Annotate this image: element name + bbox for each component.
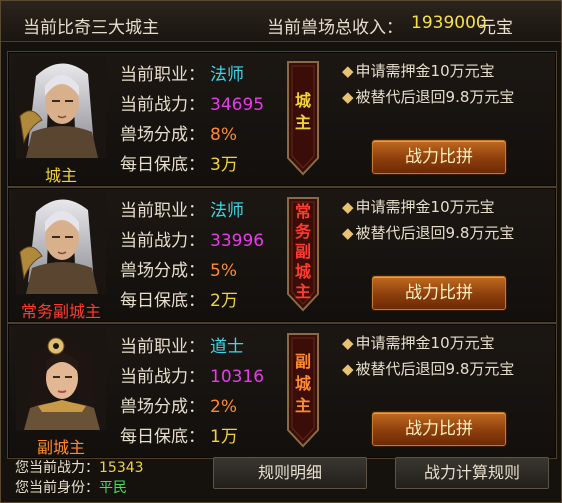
stat-label: 兽场分成： xyxy=(120,397,205,417)
my-power-label: 您当前战力： xyxy=(15,460,99,476)
stat-daily: 每日保底： 2万 xyxy=(120,286,264,316)
power-challenge-button[interactable]: 战力比拼 xyxy=(372,140,506,174)
deposit-note: ◆ 申请需押金10万元宝 xyxy=(342,198,495,216)
badge-char: 副 xyxy=(294,352,311,371)
refund-note: ◆ 被替代后退回9.8万元宝 xyxy=(342,360,515,378)
diamond-bullet-icon: ◆ xyxy=(342,88,354,106)
city-lord-window: 当前比奇三大城主 当前兽场总收入： 1939000 元宝 城主 当前职业：法师 … xyxy=(0,0,562,503)
stat-job: 当前职业： 法师 xyxy=(120,60,264,90)
stat-label: 每日保底： xyxy=(120,155,205,175)
header-bar: 当前比奇三大城主 当前兽场总收入： 1939000 元宝 xyxy=(1,1,561,42)
power-challenge-button[interactable]: 战力比拼 xyxy=(372,412,506,446)
lord-panel-3: 副城主 当前职业： 道士 当前战力： 10316 兽场分成： 2% 每日保底： 1万 副… xyxy=(7,323,557,459)
job-value: 法师 xyxy=(210,65,244,85)
income-value: 1939000 xyxy=(411,13,487,33)
stat-power: 当前战力： 33996 xyxy=(120,226,264,256)
badge-char: 务 xyxy=(294,222,311,241)
diamond-bullet-icon: ◆ xyxy=(342,62,354,80)
stat-daily: 每日保底： 1万 xyxy=(120,422,264,452)
role-tag: 城主 xyxy=(44,166,77,185)
footer: 您当前战力：15343 您当前身份：平民 规则明细 战力计算规则 xyxy=(1,453,561,502)
stat-label: 当前职业： xyxy=(120,65,205,85)
stat-label: 兽场分成： xyxy=(120,261,205,281)
my-power-line: 您当前战力：15343 xyxy=(15,457,144,477)
badge-char: 主 xyxy=(294,282,311,301)
stat-label: 兽场分成： xyxy=(120,125,205,145)
power-value: 10316 xyxy=(210,367,265,387)
avatar-mage-male xyxy=(16,192,106,294)
lord-panel-1: 城主 当前职业： 法师 当前战力： 34695 兽场分成： 8% 每日保底： 3万 城主… xyxy=(7,51,557,187)
badge-char: 副 xyxy=(294,242,311,261)
stat-power: 当前战力： 34695 xyxy=(120,90,264,120)
stat-label: 每日保底： xyxy=(120,427,205,447)
stat-label: 每日保底： xyxy=(120,291,205,311)
my-status-line: 您当前身份：平民 xyxy=(15,477,127,497)
stat-label: 当前职业： xyxy=(120,201,205,221)
my-status-label: 您当前身份： xyxy=(15,480,99,496)
rank-badge: 副城主 xyxy=(284,330,322,450)
badge-char: 城 xyxy=(294,262,311,281)
refund-note: ◆ 被替代后退回9.8万元宝 xyxy=(342,224,515,242)
share-value: 8% xyxy=(210,125,237,145)
stat-share: 兽场分成： 5% xyxy=(120,256,264,286)
diamond-bullet-icon: ◆ xyxy=(342,360,354,378)
avatar-taoist-female xyxy=(16,328,106,430)
daily-value: 3万 xyxy=(210,155,238,175)
window-title: 当前比奇三大城主 xyxy=(23,18,159,38)
badge-char: 主 xyxy=(294,396,311,415)
badge-char: 主 xyxy=(294,113,311,132)
stat-label: 当前职业： xyxy=(120,337,205,357)
stat-daily: 每日保底： 3万 xyxy=(120,150,264,180)
badge-char: 城 xyxy=(294,91,311,110)
role-tag: 常务副城主 xyxy=(20,302,101,321)
my-status-value: 平民 xyxy=(99,480,127,496)
stat-power: 当前战力： 10316 xyxy=(120,362,264,392)
share-value: 2% xyxy=(210,397,237,417)
stat-job: 当前职业： 道士 xyxy=(120,332,264,362)
rules-detail-button[interactable]: 规则明细 xyxy=(213,457,367,489)
diamond-bullet-icon: ◆ xyxy=(342,198,354,216)
stat-label: 当前战力： xyxy=(120,367,205,387)
share-value: 5% xyxy=(210,261,237,281)
income-label: 当前兽场总收入： xyxy=(267,18,403,38)
badge-char: 常 xyxy=(294,202,311,221)
daily-value: 1万 xyxy=(210,427,238,447)
income-unit: 元宝 xyxy=(479,18,513,38)
power-challenge-button[interactable]: 战力比拼 xyxy=(372,276,506,310)
diamond-bullet-icon: ◆ xyxy=(342,334,354,352)
power-value: 34695 xyxy=(210,95,265,115)
lord-panel-2: 常务副城主 当前职业： 法师 当前战力： 33996 兽场分成： 5% 每日保底： 2万… xyxy=(7,187,557,323)
avatar-mage-male xyxy=(16,56,106,158)
stat-share: 兽场分成： 8% xyxy=(120,120,264,150)
job-value: 道士 xyxy=(210,337,244,357)
stat-share: 兽场分成： 2% xyxy=(120,392,264,422)
deposit-note: ◆ 申请需押金10万元宝 xyxy=(342,62,495,80)
stat-label: 当前战力： xyxy=(120,95,205,115)
stat-job: 当前职业： 法师 xyxy=(120,196,264,226)
stat-label: 当前战力： xyxy=(120,231,205,251)
my-power-value: 15343 xyxy=(99,460,144,476)
deposit-note: ◆ 申请需押金10万元宝 xyxy=(342,334,495,352)
power-value: 33996 xyxy=(210,231,265,251)
job-value: 法师 xyxy=(210,201,244,221)
diamond-bullet-icon: ◆ xyxy=(342,224,354,242)
badge-char: 城 xyxy=(294,374,311,393)
power-calc-rules-button[interactable]: 战力计算规则 xyxy=(395,457,549,489)
daily-value: 2万 xyxy=(210,291,238,311)
rank-badge: 常务副城主 xyxy=(284,194,322,314)
refund-note: ◆ 被替代后退回9.8万元宝 xyxy=(342,88,515,106)
rank-badge: 城主 xyxy=(284,58,322,178)
